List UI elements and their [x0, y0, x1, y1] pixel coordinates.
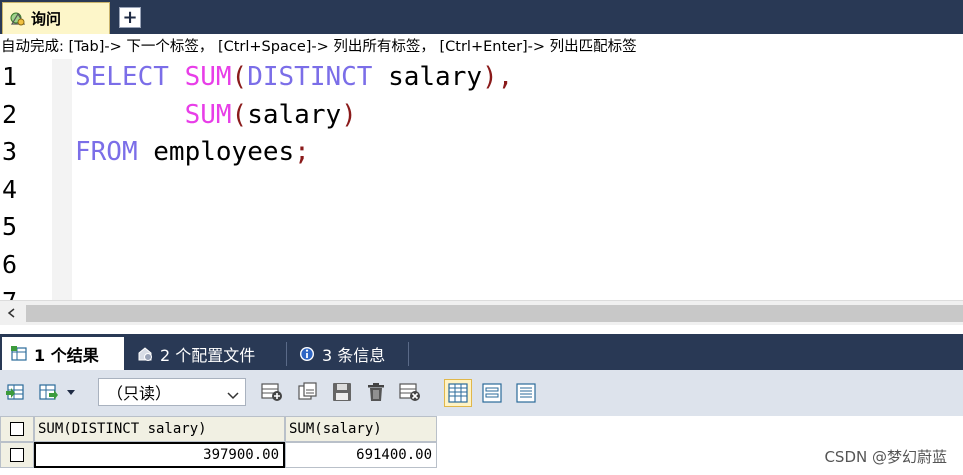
line-number: 7 — [2, 287, 17, 300]
code-token: ( — [231, 62, 248, 92]
select-all-checkbox[interactable] — [0, 416, 34, 442]
table-cell[interactable]: 397900.00 — [34, 442, 285, 468]
code-token: ) — [341, 99, 357, 130]
discard-changes-icon[interactable] — [398, 380, 422, 404]
table-cell[interactable]: 691400.00 — [285, 442, 437, 468]
tab-results-label: 1 个结果 — [34, 345, 99, 365]
result-grid[interactable]: SUM(DISTINCT salary) SUM(salary) 397900.… — [0, 416, 440, 475]
result-grid-icon — [10, 345, 28, 363]
line-number: 1 — [2, 62, 18, 91]
scrollbar-thumb[interactable] — [26, 305, 963, 322]
line-number: 3 — [2, 137, 18, 166]
info-icon — [298, 345, 316, 363]
code-token: employees — [153, 137, 295, 167]
query-tab-bar: 询问 + — [0, 0, 963, 34]
column-header[interactable]: SUM(DISTINCT salary) — [34, 416, 285, 442]
tab-query[interactable]: 询问 — [2, 2, 110, 34]
profile-icon — [136, 345, 154, 363]
tab-query-label: 询问 — [31, 11, 62, 28]
sql-editor[interactable]: 1234567 SELECT SUM(DISTINCT salary), SUM… — [0, 59, 963, 300]
code-line: FROM employees; — [75, 137, 310, 167]
code-token: salary — [388, 62, 483, 92]
result-tab-bar: 1 个结果 2 个配置文件 3 条信息 — [0, 334, 963, 370]
tab-profiles[interactable]: 2 个配置文件 — [128, 337, 280, 370]
duplicate-row-icon[interactable] — [296, 380, 320, 404]
tab-separator — [408, 342, 409, 366]
add-tab-button[interactable]: + — [119, 7, 141, 28]
text-view-icon[interactable] — [512, 379, 540, 407]
export-icon[interactable] — [4, 380, 28, 404]
code-token: ; — [294, 137, 310, 167]
scroll-left-arrow-icon[interactable] — [0, 301, 24, 325]
add-row-icon[interactable] — [260, 380, 284, 404]
readonly-mode-value: （只读） — [107, 384, 172, 403]
save-icon[interactable] — [330, 380, 354, 404]
fold-margin — [52, 59, 72, 300]
autocomplete-hint: 自动完成: [Tab]-> 下一个标签， [Ctrl+Space]-> 列出所有… — [0, 36, 963, 59]
query-icon — [9, 10, 27, 28]
import-dropdown-icon[interactable] — [38, 380, 78, 404]
code-token: ( — [231, 99, 248, 130]
tab-separator — [286, 342, 287, 366]
row-selector-checkbox[interactable] — [0, 442, 34, 468]
readonly-mode-select[interactable]: （只读） — [98, 378, 246, 406]
watermark: CSDN @梦幻蔚蓝 — [824, 448, 947, 466]
line-number: 4 — [2, 174, 18, 204]
line-number: 2 — [2, 99, 18, 129]
code-token: SELECT — [75, 62, 185, 92]
code-line: SELECT SUM(DISTINCT salary), — [75, 62, 513, 92]
code-token: SUM — [184, 62, 232, 92]
tab-messages[interactable]: 3 条信息 — [290, 337, 410, 370]
grid-view-icon[interactable] — [444, 379, 472, 407]
tab-messages-label: 3 条信息 — [322, 345, 386, 365]
form-view-icon[interactable] — [478, 379, 506, 407]
code-line: SUM(salary) — [75, 100, 357, 130]
line-number-gutter: 1 2 3 4 5 6 7 — [0, 59, 52, 300]
delete-icon[interactable] — [364, 380, 388, 404]
result-toolbar: （只读） — [0, 370, 963, 416]
line-number: 5 — [2, 212, 18, 241]
line-number: 6 — [2, 249, 18, 279]
editor-horizontal-scrollbar[interactable] — [0, 300, 963, 325]
code-token: DISTINCT — [247, 62, 389, 92]
tab-results[interactable]: 1 个结果 — [2, 337, 124, 370]
code-token: SUM — [184, 99, 232, 130]
tab-profiles-label: 2 个配置文件 — [160, 345, 256, 365]
checkbox-icon — [10, 422, 24, 436]
chevron-down-icon — [227, 386, 239, 405]
code-token: FROM — [75, 137, 154, 167]
checkbox-icon — [10, 448, 24, 462]
column-header[interactable]: SUM(salary) — [285, 416, 437, 442]
code-token: ), — [482, 62, 514, 92]
code-token: salary — [247, 99, 342, 130]
